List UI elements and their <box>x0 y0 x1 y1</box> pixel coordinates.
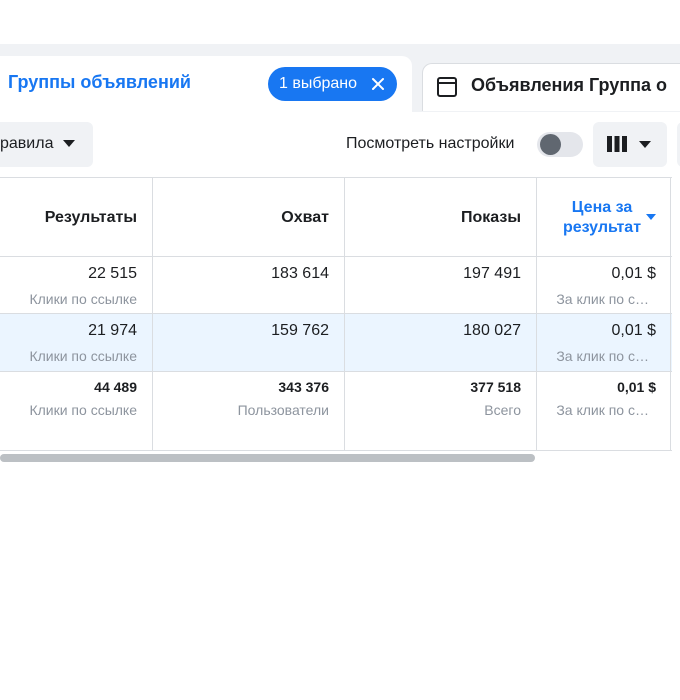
rules-dropdown-label: равила <box>0 135 54 152</box>
top-bar <box>0 0 680 45</box>
total-results-sub: Клики по ссылке <box>29 402 137 418</box>
tab-ads-label: Объявления Группа о <box>471 75 668 95</box>
divider <box>0 313 672 314</box>
total-impressions-sub: Всего <box>484 402 521 418</box>
total-impressions: 377 518 <box>470 379 521 395</box>
selected-count-badge[interactable]: 1 выбрано <box>268 67 397 101</box>
total-results: 44 489 <box>94 379 137 395</box>
divider <box>0 450 672 451</box>
column-header-cost-line2: результат <box>562 219 642 236</box>
tab-ad-sets-label: Группы объявлений <box>8 72 191 92</box>
column-header-cost-per-result[interactable]: Цена за результат <box>552 198 652 238</box>
ad-window-icon <box>437 77 457 97</box>
column-header-results[interactable]: Результаты <box>45 209 137 227</box>
total-cost-sub: За клик по с… <box>556 402 649 418</box>
total-reach-sub: Пользователи <box>237 402 329 418</box>
total-cost: 0,01 $ <box>617 379 656 395</box>
divider <box>344 177 345 451</box>
columns-icon <box>607 136 627 152</box>
row1-cost-sub: За клик по с… <box>556 291 649 307</box>
horizontal-scrollbar[interactable] <box>0 454 535 462</box>
divider <box>0 371 672 372</box>
row2-results-sub: Клики по ссылке <box>29 348 137 364</box>
row1-results: 22 515 <box>88 265 137 282</box>
view-settings-label: Посмотреть настройки <box>346 135 515 152</box>
row1-results-sub: Клики по ссылке <box>29 291 137 307</box>
divider <box>670 177 671 451</box>
column-header-cost-line1: Цена за <box>571 199 633 216</box>
row2-results: 21 974 <box>88 322 137 339</box>
row2-cost: 0,01 $ <box>611 322 656 339</box>
sort-descending-icon <box>646 214 656 220</box>
column-header-impressions[interactable]: Показы <box>461 209 521 227</box>
row2-reach: 159 762 <box>271 322 329 339</box>
row2-cost-sub: За клик по с… <box>556 348 649 364</box>
divider <box>152 177 153 451</box>
divider <box>0 177 672 178</box>
row1-cost: 0,01 $ <box>611 265 656 282</box>
columns-menu-button[interactable] <box>593 122 667 167</box>
divider <box>0 256 672 257</box>
selected-count-label: 1 выбрано <box>279 75 358 92</box>
total-reach: 343 376 <box>278 379 329 395</box>
column-header-reach[interactable]: Охват <box>281 209 329 227</box>
caret-down-icon <box>639 141 651 148</box>
row1-reach: 183 614 <box>271 265 329 282</box>
caret-down-icon <box>63 140 75 147</box>
row2-impressions: 180 027 <box>463 322 521 339</box>
toggle-knob <box>540 134 561 155</box>
clear-selection-close-icon[interactable] <box>370 74 386 92</box>
row1-impressions: 197 491 <box>463 265 521 282</box>
divider <box>536 177 537 451</box>
